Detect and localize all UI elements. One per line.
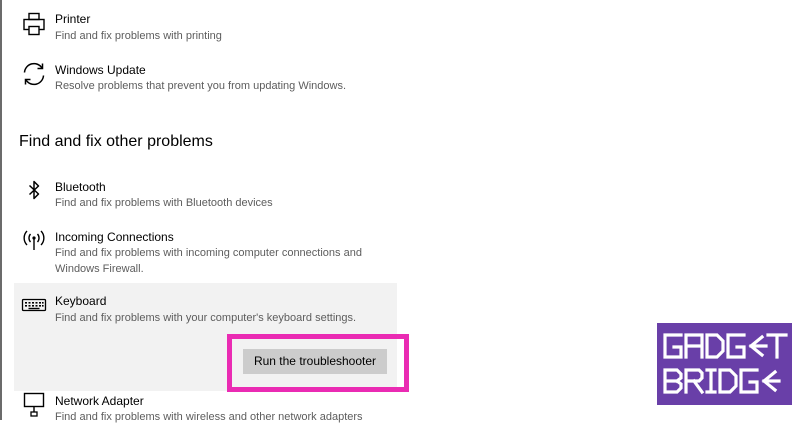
troubleshooter-printer[interactable]: Printer Find and fix problems with print…	[14, 8, 396, 50]
troubleshooter-title: Incoming Connections	[55, 230, 174, 244]
troubleshooter-description: Find and fix problems with Bluetooth dev…	[55, 197, 273, 209]
window-left-edge	[0, 0, 2, 420]
troubleshooter-description: Find and fix problems with printing	[55, 30, 222, 42]
troubleshooter-title: Network Adapter	[55, 394, 144, 408]
antenna-icon	[20, 226, 48, 254]
refresh-icon	[20, 60, 48, 88]
troubleshooter-description: Resolve problems that prevent you from u…	[55, 80, 347, 92]
troubleshooter-windows-update[interactable]: Windows Update Resolve problems that pre…	[14, 58, 396, 100]
troubleshooter-description-line1: Find and fix problems with incoming comp…	[55, 247, 362, 259]
keyboard-icon	[20, 291, 48, 319]
troubleshooter-title: Keyboard	[55, 294, 107, 308]
monitor-network-icon	[20, 390, 48, 418]
gadgetbridge-logo	[657, 323, 792, 405]
section-title: Find and fix other problems	[19, 133, 213, 150]
troubleshooter-bluetooth[interactable]: Bluetooth Find and fix problems with Blu…	[14, 176, 396, 218]
troubleshooter-description: Find and fix problems with wireless and …	[55, 411, 363, 423]
troubleshooter-title: Windows Update	[55, 63, 146, 77]
troubleshooter-description-line2: Windows Firewall.	[55, 263, 144, 275]
printer-icon	[20, 10, 48, 38]
run-troubleshooter-button[interactable]: Run the troubleshooter	[243, 349, 387, 374]
troubleshooter-incoming-connections[interactable]: Incoming Connections Find and fix proble…	[14, 226, 396, 278]
troubleshooter-title: Bluetooth	[55, 180, 106, 194]
bluetooth-icon	[20, 176, 48, 204]
troubleshooter-description: Find and fix problems with your computer…	[55, 312, 357, 324]
troubleshooter-title: Printer	[55, 12, 91, 26]
troubleshooter-network-adapter[interactable]: Network Adapter Find and fix problems wi…	[14, 390, 396, 423]
